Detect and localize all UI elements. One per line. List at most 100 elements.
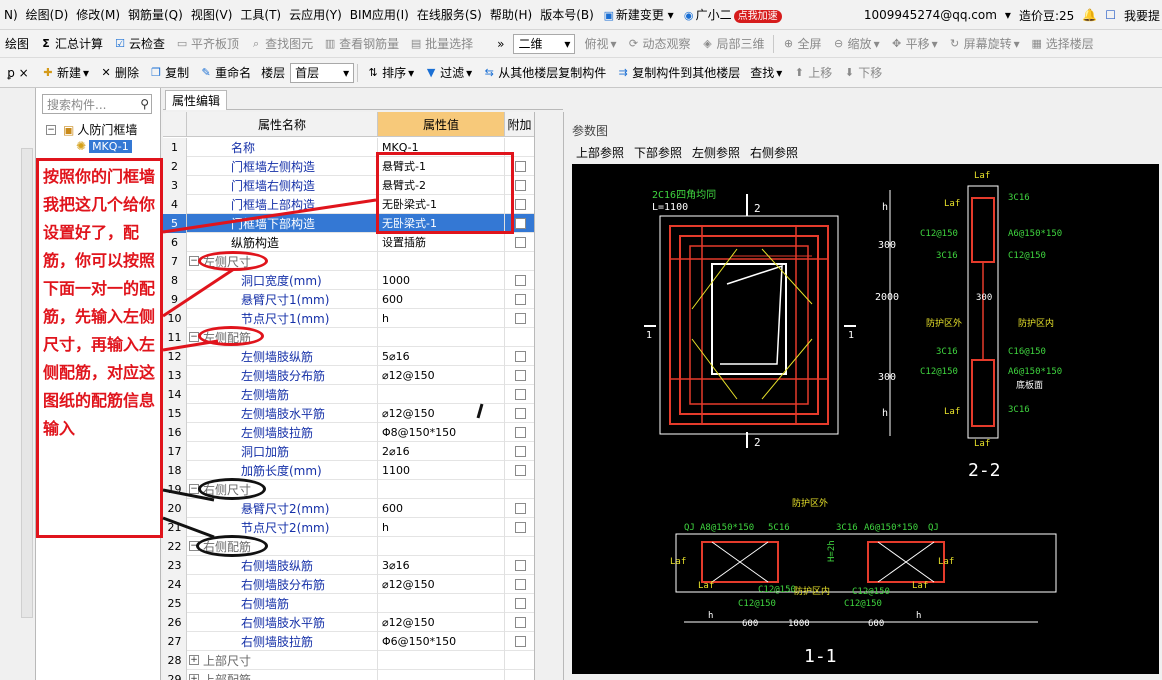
property-value[interactable]: h [378,517,505,537]
property-value[interactable]: ⌀12@150 [378,365,505,385]
move-up-button[interactable]: ⬆ 上移 [787,64,837,81]
tab-property-edit[interactable]: 属性编辑 [165,90,228,110]
summary-calc-button[interactable]: Σ 汇总计算 [34,35,108,52]
draw-button[interactable]: 绘图 [0,35,34,52]
expand-icon[interactable]: + [189,674,199,680]
property-value[interactable]: 2⌀16 [378,441,505,461]
speed-badge[interactable]: 点我加速 [733,10,782,23]
orbit-button[interactable]: ⟳ 动态观察 [622,35,696,52]
menu-item-view[interactable]: 视图(V) [187,6,237,23]
property-row[interactable]: 24 右侧墙肢分布筋 ⌀12@150 [163,574,534,594]
menu-item-cloud[interactable]: 云应用(Y) [285,6,346,23]
extra-checkbox[interactable] [514,179,526,191]
extra-checkbox[interactable] [514,616,526,628]
property-value[interactable]: 1000 [378,270,505,290]
delete-button[interactable]: ✕ 删除 [94,64,144,81]
menu-item-n[interactable]: N) [0,8,22,22]
property-value[interactable] [378,536,505,556]
property-row[interactable]: 25 右侧墙筋 [163,593,534,613]
property-row[interactable]: 15 左侧墙肢水平筋 ⌀12@150 [163,403,534,423]
property-value[interactable]: ⌀12@150 [378,403,505,423]
property-value[interactable] [378,650,505,670]
feedback-icon[interactable]: ☐ [1101,8,1120,22]
local-3d-button[interactable]: ◈ 局部三维 [696,35,770,52]
rotate-screen-button[interactable]: ↻ 屏幕旋转 ▾ [943,35,1025,52]
splitter[interactable] [535,112,563,680]
property-value[interactable]: Φ6@150*150 [378,631,505,651]
extra-checkbox[interactable] [514,236,526,248]
property-row[interactable]: 8 洞口宽度(mm) 1000 [163,270,534,290]
extra-checkbox[interactable] [514,502,526,514]
property-row[interactable]: 26 右侧墙肢水平筋 ⌀12@150 [163,612,534,632]
property-value[interactable]: 600 [378,289,505,309]
rename-button[interactable]: ✎ 重命名 [194,64,256,81]
property-row[interactable]: 18 加筋长度(mm) 1100 [163,460,534,480]
property-value[interactable] [378,479,505,499]
search-icon[interactable]: ⚲ [140,97,149,111]
overflow-chevron-icon[interactable]: » [492,37,509,51]
move-down-button[interactable]: ⬇ 下移 [837,64,887,81]
property-row[interactable]: 23 右侧墙肢纵筋 3⌀16 [163,555,534,575]
align-top-button[interactable]: ▭ 平齐板顶 [170,35,244,52]
extra-checkbox[interactable] [514,559,526,571]
menu-item-version[interactable]: 版本号(B) [536,6,598,23]
batch-select-button[interactable]: ▤ 批量选择 [404,35,478,52]
extra-checkbox[interactable] [514,293,526,305]
menu-item-modify[interactable]: 修改(M) [72,6,124,23]
property-row[interactable]: 27 右侧墙肢拉筋 Φ6@150*150 [163,631,534,651]
tree-node-mkq1[interactable]: ✺ MKQ-1 [76,139,132,153]
property-value[interactable]: 1100 [378,460,505,480]
property-value[interactable]: ⌀12@150 [378,612,505,632]
menu-item-draw[interactable]: 绘图(D) [22,6,73,23]
notification-bell-icon[interactable]: 🔔 [1078,8,1101,22]
extra-checkbox[interactable] [514,198,526,210]
extra-checkbox[interactable] [514,217,526,229]
menu-item-bim[interactable]: BIM应用(I) [346,6,413,23]
copy-from-floor-button[interactable]: ⇆ 从其他楼层复制构件 [477,64,611,81]
copy-to-floor-button[interactable]: ⇉ 复制构件到其他楼层 [611,64,745,81]
ref-left[interactable]: 左侧参照 [692,144,740,161]
property-value[interactable] [378,593,505,613]
tree-node-root[interactable]: − ▣ 人防门框墙 [44,121,137,138]
ref-right[interactable]: 右侧参照 [750,144,798,161]
property-row[interactable]: 6 纵筋构造 设置插筋 [163,232,534,252]
top-view-button[interactable]: 俯视 ▾ [579,35,621,52]
menu-item-online[interactable]: 在线服务(S) [413,6,486,23]
menu-item-assistant[interactable]: ◉ 广小二 点我加速 [678,6,786,23]
property-row[interactable]: 14 左侧墙筋 [163,384,534,404]
help-link[interactable]: 我要提 [1120,7,1162,24]
new-button[interactable]: ✚ 新建 ▾ [36,64,94,81]
extra-checkbox[interactable] [514,274,526,286]
property-row[interactable]: 12 左侧墙肢纵筋 5⌀16 [163,346,534,366]
extra-checkbox[interactable] [514,350,526,362]
property-value[interactable]: 600 [378,498,505,518]
expand-icon[interactable]: + [189,655,199,665]
property-value[interactable]: ⌀12@150 [378,574,505,594]
property-row[interactable]: 29 + 上部配筋 [163,669,534,680]
ref-bottom[interactable]: 下部参照 [634,144,682,161]
extra-checkbox[interactable] [514,407,526,419]
property-value[interactable] [378,669,505,680]
account-name[interactable]: 1009945274@qq.com [860,8,1001,22]
property-row[interactable]: 28 + 上部尺寸 [163,650,534,670]
property-row[interactable]: 16 左侧墙肢拉筋 Φ8@150*150 [163,422,534,442]
pin-icon[interactable]: ꝑ × [0,66,36,80]
extra-checkbox[interactable] [514,312,526,324]
menu-item-tools[interactable]: 工具(T) [236,6,285,23]
property-row[interactable]: 17 洞口加筋 2⌀16 [163,441,534,461]
pan-button[interactable]: ✥ 平移 ▾ [885,35,943,52]
ref-top[interactable]: 上部参照 [576,144,624,161]
property-value[interactable]: 5⌀16 [378,346,505,366]
extra-checkbox[interactable] [514,597,526,609]
view-rebar-button[interactable]: ▥ 查看钢筋量 [318,35,404,52]
property-row[interactable]: 20 悬臂尺寸2(mm) 600 [163,498,534,518]
fullscreen-button[interactable]: ⊕ 全屏 [777,35,827,52]
extra-checkbox[interactable] [514,445,526,457]
sort-button[interactable]: ⇅ 排序 ▾ [361,64,419,81]
left-scrollbar[interactable] [21,148,33,618]
extra-checkbox[interactable] [514,635,526,647]
extra-checkbox[interactable] [514,464,526,476]
property-row[interactable]: 10 节点尺寸1(mm) h [163,308,534,328]
filter-button[interactable]: ▼ 过滤 ▾ [419,64,477,81]
find-button[interactable]: 查找 ▾ [745,64,787,81]
